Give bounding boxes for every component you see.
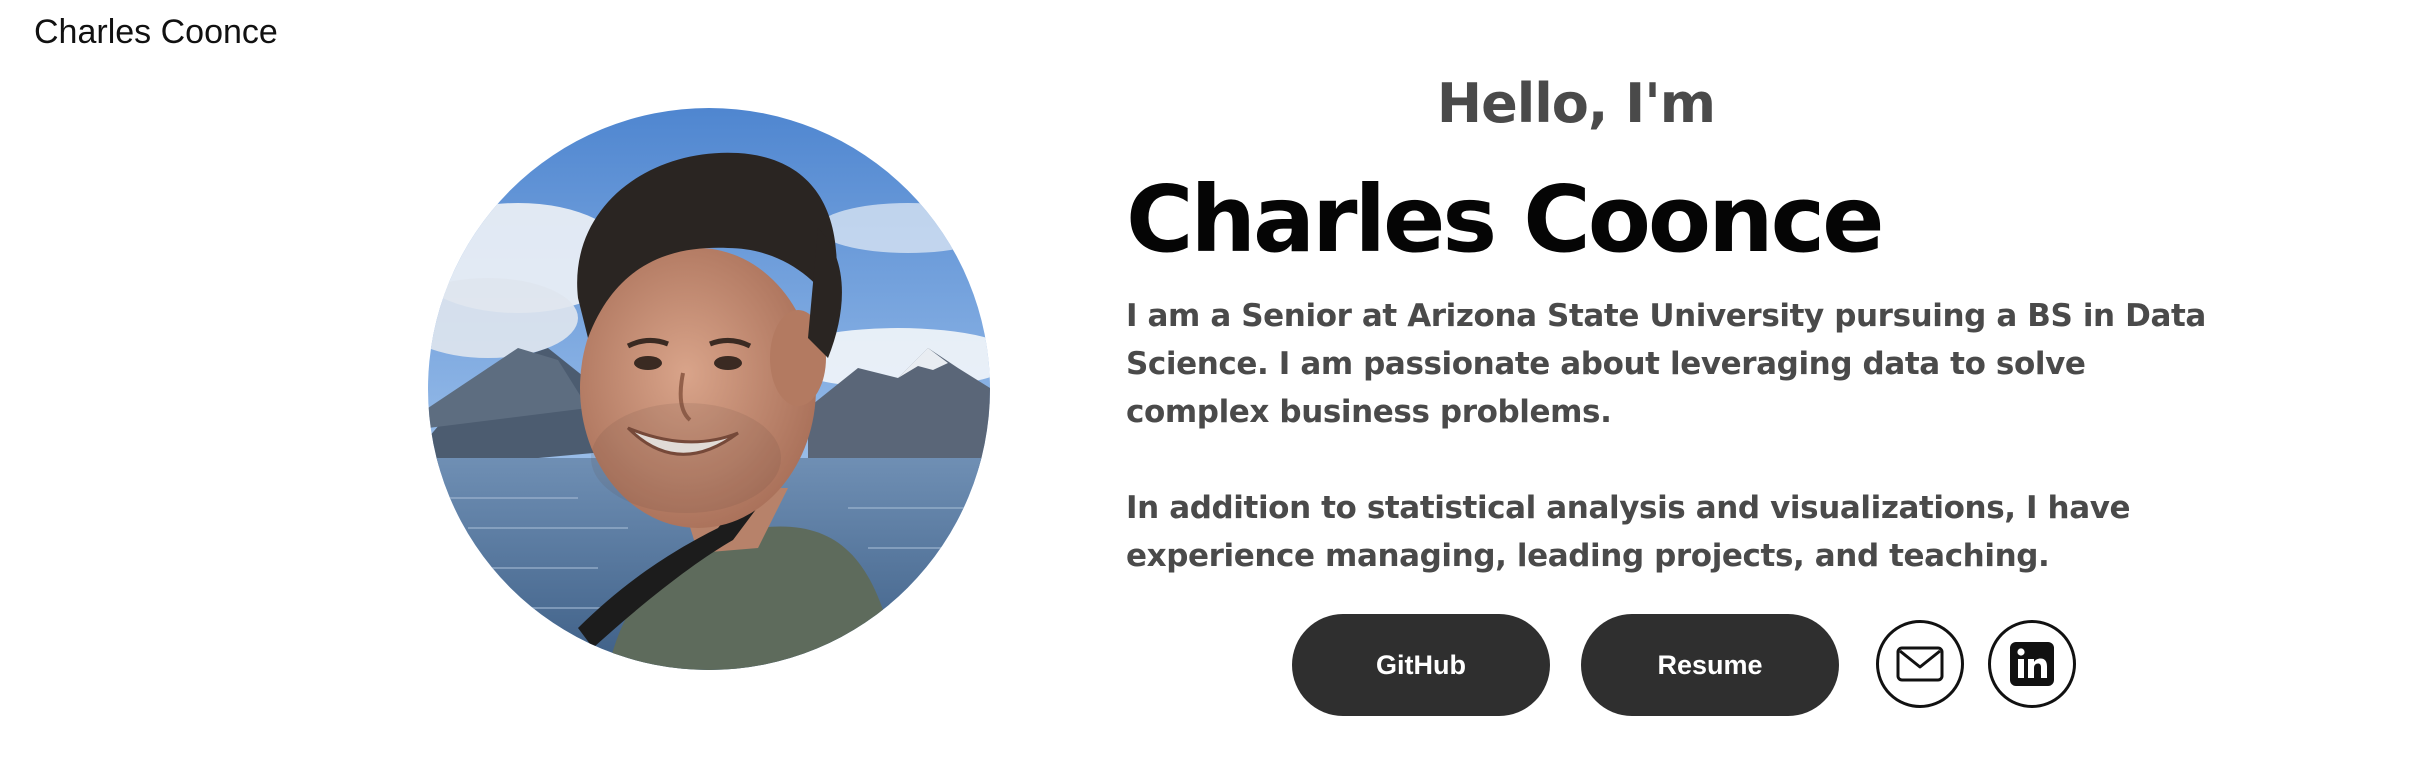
email-link[interactable] bbox=[1876, 620, 1964, 708]
greeting-heading: Hello, I'm bbox=[1436, 72, 1716, 135]
site-brand[interactable]: Charles Coonce bbox=[34, 10, 278, 54]
bio-paragraph: I am a Senior at Arizona State Universit… bbox=[1126, 298, 2206, 430]
linkedin-icon bbox=[2010, 642, 2054, 686]
bio-paragraph: In addition to statistical analysis and … bbox=[1126, 490, 2131, 574]
github-button[interactable]: GitHub bbox=[1292, 614, 1550, 716]
profile-photo-illustration bbox=[428, 108, 990, 670]
name-heading: Charles Coonce bbox=[1126, 166, 1885, 273]
mail-icon bbox=[1896, 646, 1944, 682]
profile-photo bbox=[428, 108, 990, 670]
linkedin-link[interactable] bbox=[1988, 620, 2076, 708]
resume-button[interactable]: Resume bbox=[1581, 614, 1839, 716]
page: Charles Coonce Hello, I'm Charles Coonce… bbox=[0, 0, 2436, 784]
